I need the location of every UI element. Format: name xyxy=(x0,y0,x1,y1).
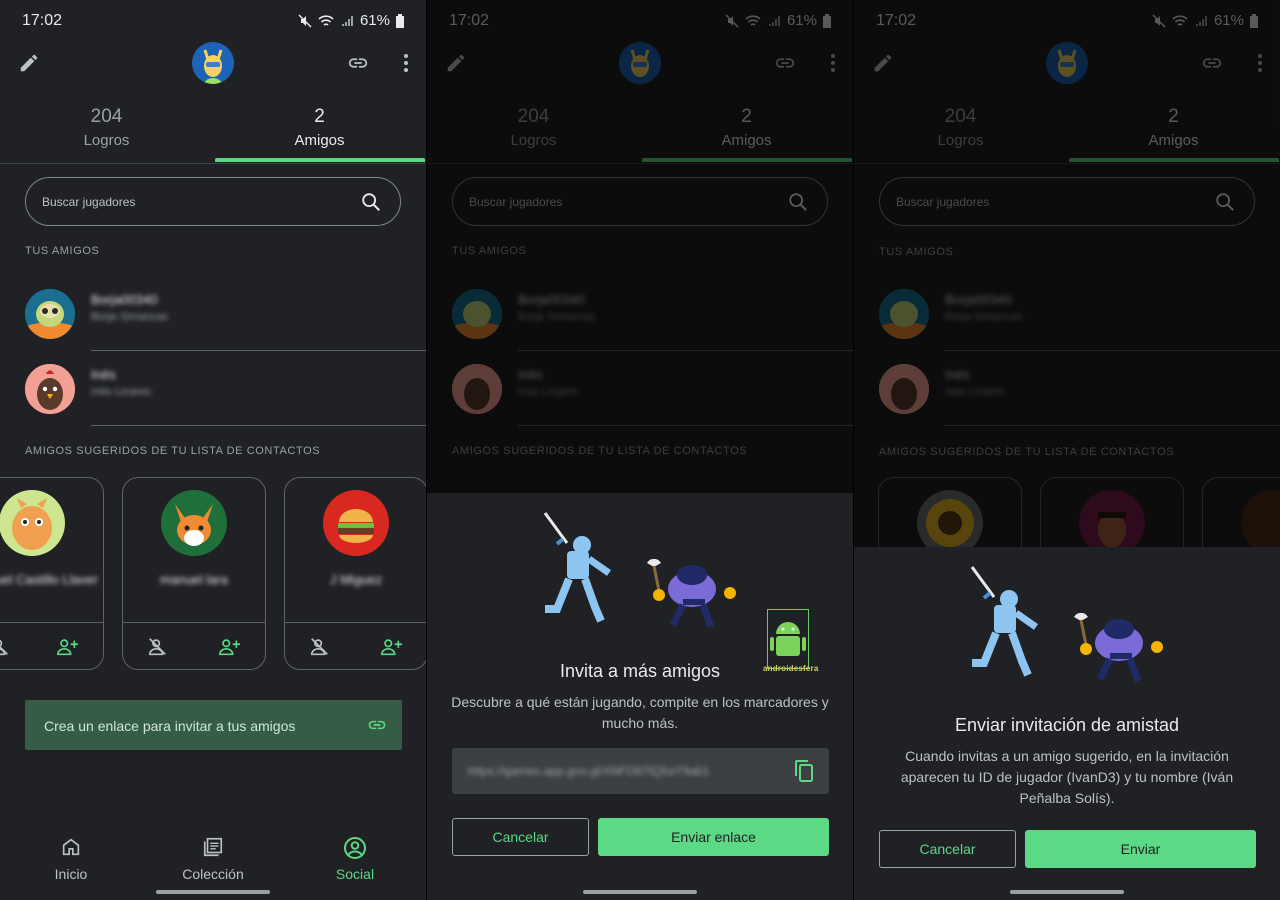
person-remove-icon[interactable] xyxy=(309,636,331,658)
invite-url: https://games.app.goo.gl/XNFD87tQ5aY9ab1 xyxy=(468,764,710,778)
create-invite-link-label: Crea un enlace para invitar a tus amigos xyxy=(44,718,296,734)
nav-home[interactable]: Inicio xyxy=(0,836,142,882)
search-icon[interactable] xyxy=(360,191,382,213)
avatar xyxy=(161,490,227,556)
nav-collection-label: Colección xyxy=(182,866,244,882)
profile-header xyxy=(0,40,426,86)
link-icon[interactable] xyxy=(346,52,370,74)
suggested-name: J Miguez xyxy=(329,572,383,587)
divider xyxy=(123,622,265,623)
knight-illustration xyxy=(970,566,1163,683)
nav-social[interactable]: Social xyxy=(284,836,426,882)
suggested-friends-carousel[interactable]: Miguel Castillo Llaver manuel lara J Mig… xyxy=(0,477,426,671)
copy-icon[interactable] xyxy=(793,759,815,783)
send-invite-button[interactable]: Enviar xyxy=(1025,830,1256,868)
person-remove-icon[interactable] xyxy=(0,636,11,658)
nav-collection[interactable]: Colección xyxy=(142,836,284,882)
suggested-card[interactable]: J Miguez xyxy=(284,477,426,670)
send-link-button[interactable]: Enviar enlace xyxy=(598,818,829,856)
person-add-icon[interactable] xyxy=(379,636,403,658)
friend-name: Borja00340 xyxy=(91,292,158,307)
avatar xyxy=(25,289,75,339)
profile-avatar[interactable] xyxy=(192,42,234,84)
nav-social-label: Social xyxy=(335,866,375,882)
divider xyxy=(91,425,426,426)
achievements-count: 204 xyxy=(90,106,123,127)
dialog-title: Invita a más amigos xyxy=(559,661,721,681)
person-remove-icon[interactable] xyxy=(147,636,169,658)
person-add-icon[interactable] xyxy=(217,636,241,658)
gesture-bar xyxy=(156,890,270,894)
search-placeholder: Buscar jugadores xyxy=(42,195,136,209)
divider xyxy=(0,622,103,623)
social-screen: 17:02 61% 204 Logros 2 Amigos Buscar jug… xyxy=(0,0,426,900)
invite-link-screen: 17:02 61% 204 Logros 2 Amigos Buscar jug… xyxy=(427,0,853,900)
battery-icon xyxy=(396,13,404,28)
friend-name: Inés xyxy=(91,367,116,382)
cancel-button[interactable]: Cancelar xyxy=(879,830,1016,868)
status-bar: 17:02 61% xyxy=(0,0,426,40)
tab-indicator xyxy=(215,158,425,162)
person-add-icon[interactable] xyxy=(55,636,79,658)
suggested-name: Miguel Castillo Llaver xyxy=(0,572,98,587)
dialog-title: Enviar invitación de amistad xyxy=(954,715,1180,735)
scrim[interactable] xyxy=(427,0,853,493)
watermark-logo xyxy=(767,609,809,669)
divider xyxy=(285,622,426,623)
suggested-card[interactable]: manuel lara xyxy=(122,477,266,670)
mute-icon xyxy=(298,13,312,28)
gesture-bar xyxy=(583,890,697,894)
profile-tabs: 204 Logros 2 Amigos xyxy=(0,100,426,164)
friend-invite-dialog: Enviar invitación de amistad Cuando invi… xyxy=(854,547,1280,900)
achievements-label: Logros xyxy=(83,132,130,149)
more-vert-icon[interactable] xyxy=(402,52,410,74)
invite-url-field[interactable]: https://games.app.goo.gl/XNFD87tQ5aY9ab1 xyxy=(452,748,829,794)
suggested-name: manuel lara xyxy=(160,572,228,587)
status-icons: 61% xyxy=(298,12,404,29)
friends-section-heading: TUS AMIGOS xyxy=(25,245,100,257)
friends-label: Amigos xyxy=(294,132,345,149)
tab-achievements[interactable]: 204 Logros xyxy=(0,100,213,149)
friend-invite-screen: 17:02 61% 204 Logros 2 Amigos Buscar jug… xyxy=(854,0,1280,900)
status-time: 17:02 xyxy=(22,12,63,29)
invite-link-dialog: androidesfera Invita a más amigos Descub… xyxy=(427,493,853,900)
cancel-button[interactable]: Cancelar xyxy=(452,818,589,856)
knight-illustration xyxy=(543,512,736,629)
scrim[interactable] xyxy=(854,0,1280,547)
avatar xyxy=(323,490,389,556)
friend-row[interactable]: Inés Inés Linares xyxy=(0,351,426,426)
signal-icon xyxy=(341,15,353,26)
link-icon xyxy=(368,720,386,730)
dialog-description: Descubre a qué están jugando, compite en… xyxy=(451,694,829,731)
avatar xyxy=(25,364,75,414)
home-icon xyxy=(62,838,80,856)
collection-icon xyxy=(203,837,223,857)
avatar xyxy=(0,490,65,556)
nav-home-label: Inicio xyxy=(54,866,88,882)
social-icon xyxy=(344,837,366,859)
edit-icon[interactable] xyxy=(18,52,40,74)
suggested-section-heading: AMIGOS SUGERIDOS DE TU LISTA DE CONTACTO… xyxy=(25,445,321,457)
friend-row[interactable]: Borja00340 Borja Simancas xyxy=(0,276,426,351)
create-invite-link-button[interactable]: Crea un enlace para invitar a tus amigos xyxy=(25,700,402,750)
tab-friends[interactable]: 2 Amigos xyxy=(213,100,426,149)
friends-count: 2 xyxy=(314,106,325,127)
wifi-icon xyxy=(318,14,334,26)
friend-fullname: Borja Simancas xyxy=(91,311,169,323)
dialog-description: Cuando invitas a un amigo sugerido, en l… xyxy=(900,748,1234,806)
gesture-bar xyxy=(1010,890,1124,894)
battery-text: 61% xyxy=(359,12,390,29)
search-input[interactable]: Buscar jugadores xyxy=(25,177,401,226)
friend-fullname: Inés Linares xyxy=(91,386,151,398)
suggested-card[interactable]: Miguel Castillo Llaver xyxy=(0,477,104,670)
